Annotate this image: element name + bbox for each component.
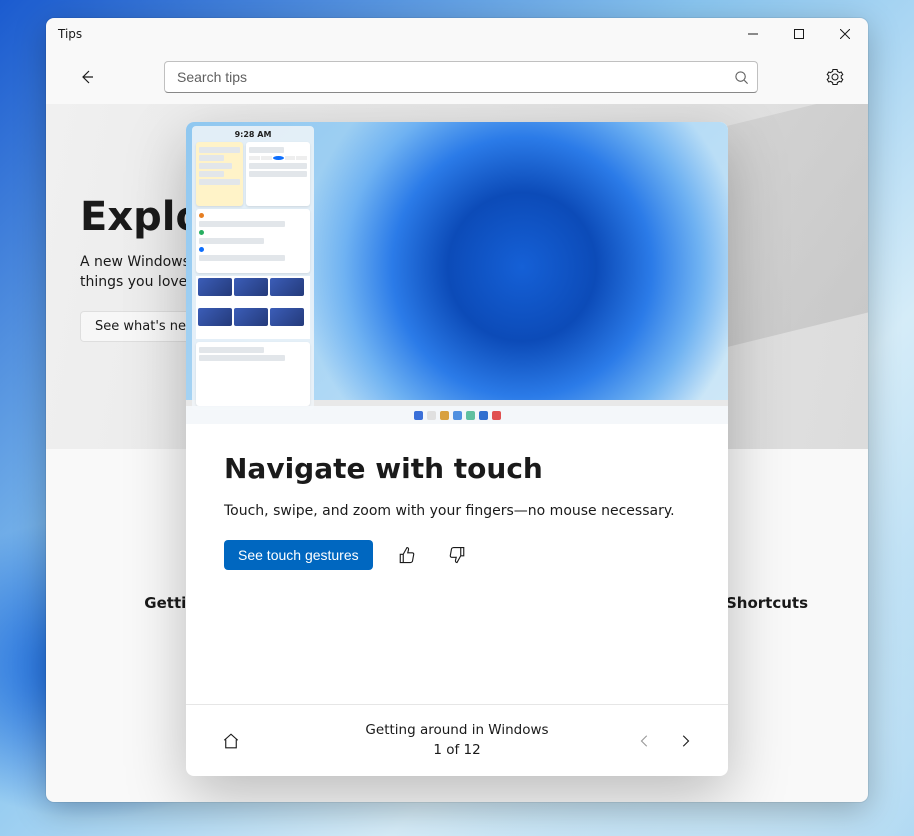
tips-app-window: Tips Explore A n bbox=[46, 18, 868, 802]
minimize-button[interactable] bbox=[730, 18, 776, 50]
thumbs-up-icon bbox=[398, 546, 416, 564]
chevron-right-icon bbox=[678, 734, 692, 748]
app-header bbox=[46, 50, 868, 104]
search-box[interactable] bbox=[164, 61, 758, 93]
widgets-time: 9:28 AM bbox=[196, 130, 310, 139]
tip-actions: See touch gestures bbox=[224, 539, 690, 571]
tip-card: 9:28 AM bbox=[186, 122, 728, 776]
thumbs-down-icon bbox=[448, 546, 466, 564]
close-icon bbox=[840, 29, 850, 39]
home-icon bbox=[222, 732, 240, 750]
next-tip-button[interactable] bbox=[670, 726, 700, 756]
hero-subtitle-line1: A new Windows bbox=[80, 254, 190, 270]
widgets-panel-illustration: 9:28 AM bbox=[192, 126, 314, 410]
chevron-left-icon bbox=[638, 734, 652, 748]
thumbs-down-button[interactable] bbox=[441, 539, 473, 571]
search-input[interactable] bbox=[177, 69, 734, 85]
search-icon bbox=[734, 70, 749, 85]
titlebar: Tips bbox=[46, 18, 868, 50]
tip-taskbar-illustration bbox=[186, 406, 728, 424]
previous-tip-button[interactable] bbox=[630, 726, 660, 756]
maximize-button[interactable] bbox=[776, 18, 822, 50]
hero-subtitle-line2: things you love bbox=[80, 274, 187, 290]
gear-icon bbox=[826, 68, 844, 86]
tip-description: Touch, swipe, and zoom with your fingers… bbox=[224, 503, 690, 519]
see-touch-gestures-button[interactable]: See touch gestures bbox=[224, 540, 373, 570]
tip-title: Navigate with touch bbox=[224, 452, 690, 485]
tip-image: 9:28 AM bbox=[186, 122, 728, 424]
back-arrow-icon bbox=[79, 69, 95, 85]
minimize-icon bbox=[748, 29, 758, 39]
back-button[interactable] bbox=[68, 58, 106, 96]
content-area: Explore A new Windows things you love Se… bbox=[46, 104, 868, 802]
close-button[interactable] bbox=[822, 18, 868, 50]
home-button[interactable] bbox=[214, 724, 248, 758]
window-title: Tips bbox=[58, 27, 82, 41]
thumbs-up-button[interactable] bbox=[391, 539, 423, 571]
tip-body: Navigate with touch Touch, swipe, and zo… bbox=[186, 424, 728, 704]
tip-footer: Getting around in Windows 1 of 12 bbox=[186, 704, 728, 776]
settings-button[interactable] bbox=[816, 58, 854, 96]
maximize-icon bbox=[794, 29, 804, 39]
